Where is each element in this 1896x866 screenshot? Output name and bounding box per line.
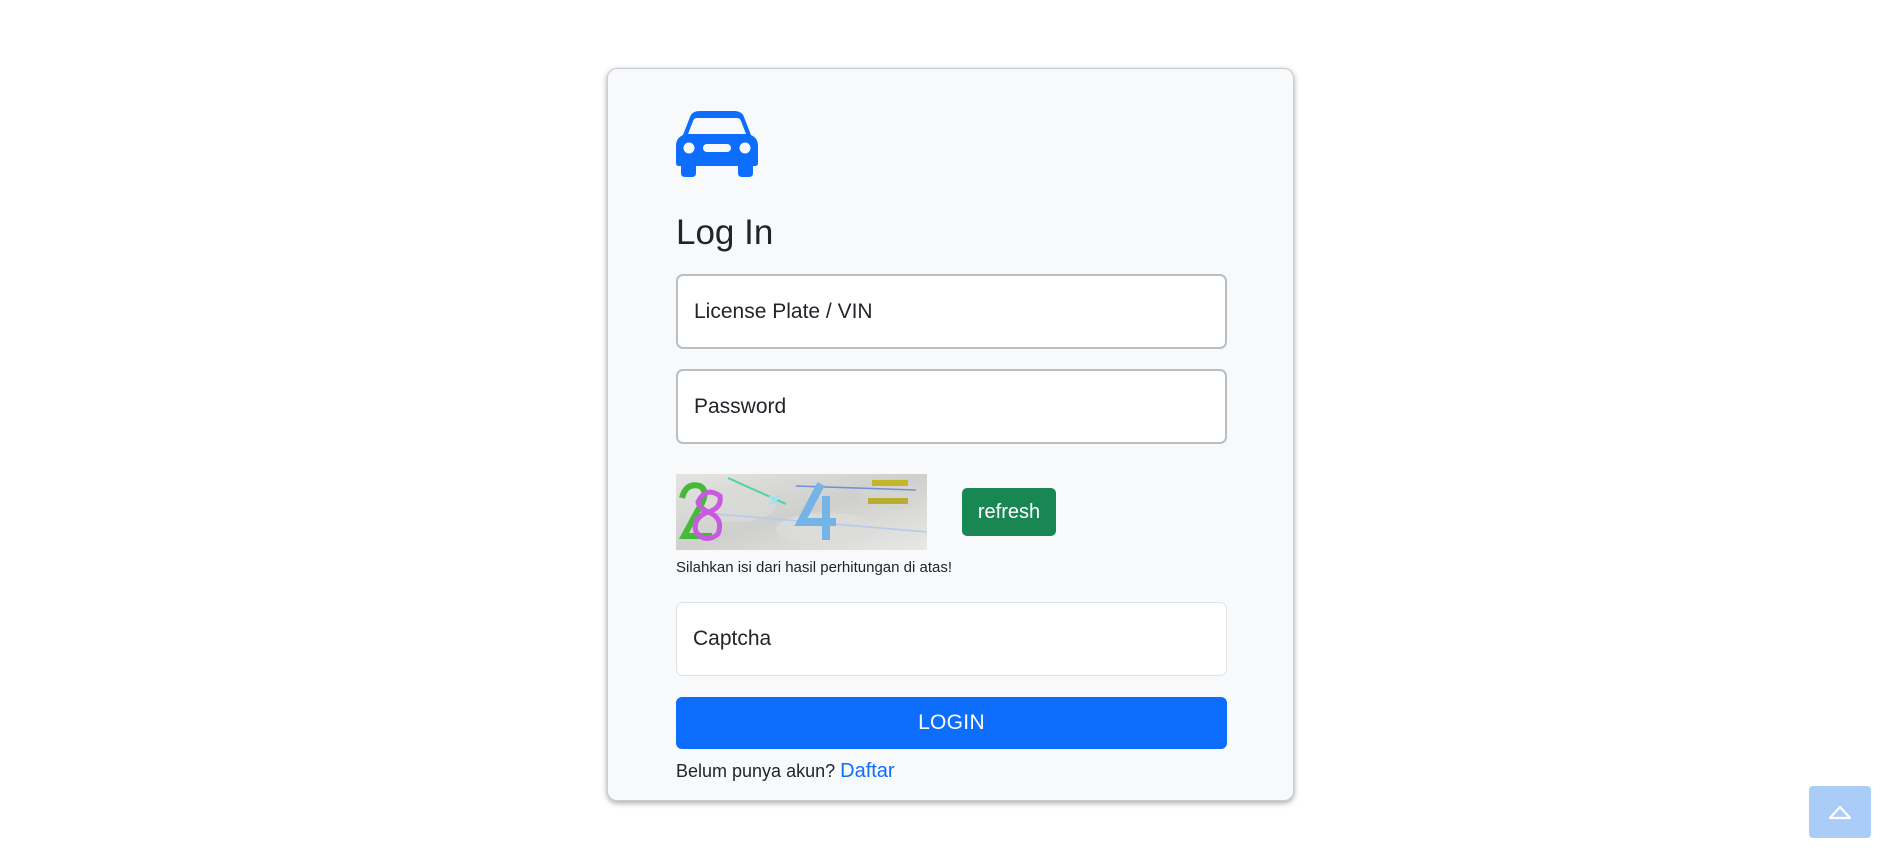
login-form: Log In License Plate / VIN refresh Silah…: [676, 111, 1227, 783]
captcha-row: refresh: [676, 474, 1227, 550]
license-plate-input[interactable]: [676, 274, 1227, 349]
login-button[interactable]: LOGIN: [676, 697, 1227, 749]
chevron-up-icon: [1828, 805, 1852, 820]
captcha-refresh-button[interactable]: refresh: [962, 488, 1056, 536]
back-to-top-button[interactable]: [1809, 786, 1871, 838]
captcha-input[interactable]: [676, 602, 1227, 676]
signup-row: Belum punya akun? Daftar: [676, 759, 1227, 783]
password-input[interactable]: [676, 369, 1227, 444]
captcha-hint: Silahkan isi dari hasil perhitungan di a…: [676, 559, 952, 576]
car-icon: [676, 111, 758, 177]
signup-link[interactable]: Daftar: [840, 760, 894, 782]
page-title: Log In: [676, 213, 774, 252]
signup-prompt: Belum punya akun?: [676, 761, 836, 781]
login-card: Log In License Plate / VIN refresh Silah…: [607, 68, 1294, 801]
captcha-image: [676, 474, 927, 550]
